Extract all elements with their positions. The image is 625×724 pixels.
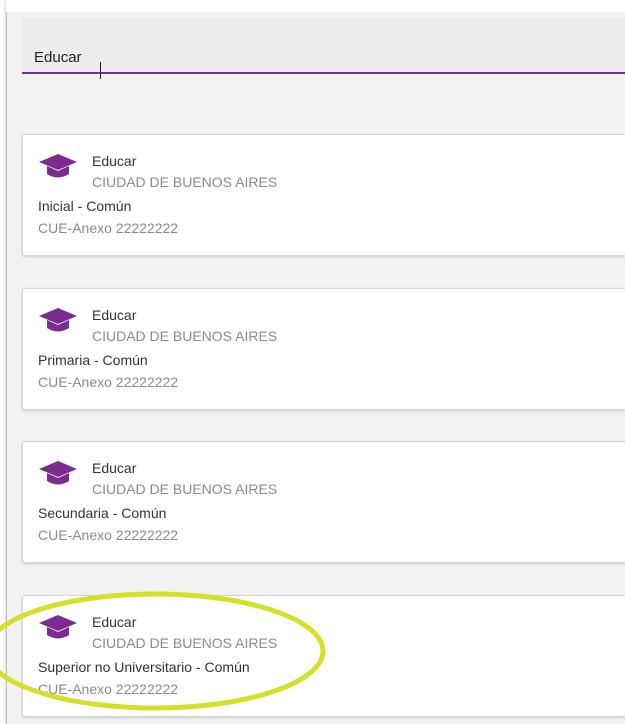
school-level: Inicial - Común xyxy=(38,198,132,214)
graduation-cap-icon xyxy=(39,308,77,332)
window-top xyxy=(6,0,625,12)
result-card[interactable]: Educar CIUDAD DE BUENOS AIRES Primaria -… xyxy=(22,288,625,410)
school-name: Educar xyxy=(92,307,137,323)
school-cue: CUE-Anexo 22222222 xyxy=(38,220,179,236)
result-card[interactable]: Educar CIUDAD DE BUENOS AIRES Secundaria… xyxy=(22,441,625,563)
school-name: Educar xyxy=(92,153,137,169)
text-cursor xyxy=(100,62,101,79)
school-cue: CUE-Anexo 22222222 xyxy=(38,527,179,543)
graduation-cap-icon xyxy=(39,154,77,178)
school-level: Primaria - Común xyxy=(38,352,148,368)
search-input[interactable] xyxy=(34,46,594,68)
school-cue: CUE-Anexo 22222222 xyxy=(38,681,179,697)
school-city: CIUDAD DE BUENOS AIRES xyxy=(92,481,278,497)
graduation-cap-icon xyxy=(39,461,77,485)
school-city: CIUDAD DE BUENOS AIRES xyxy=(92,174,278,190)
school-level: Superior no Universitario - Común xyxy=(38,659,250,675)
school-name: Educar xyxy=(92,614,137,630)
school-city: CIUDAD DE BUENOS AIRES xyxy=(92,328,278,344)
school-cue: CUE-Anexo 22222222 xyxy=(38,374,179,390)
result-card[interactable]: Educar CIUDAD DE BUENOS AIRES Inicial - … xyxy=(22,134,625,256)
search-bar xyxy=(22,18,625,79)
school-name: Educar xyxy=(92,460,137,476)
school-city: CIUDAD DE BUENOS AIRES xyxy=(92,635,278,651)
result-card[interactable]: Educar CIUDAD DE BUENOS AIRES Superior n… xyxy=(22,595,625,717)
graduation-cap-icon xyxy=(39,615,77,639)
school-level: Secundaria - Común xyxy=(38,505,167,521)
